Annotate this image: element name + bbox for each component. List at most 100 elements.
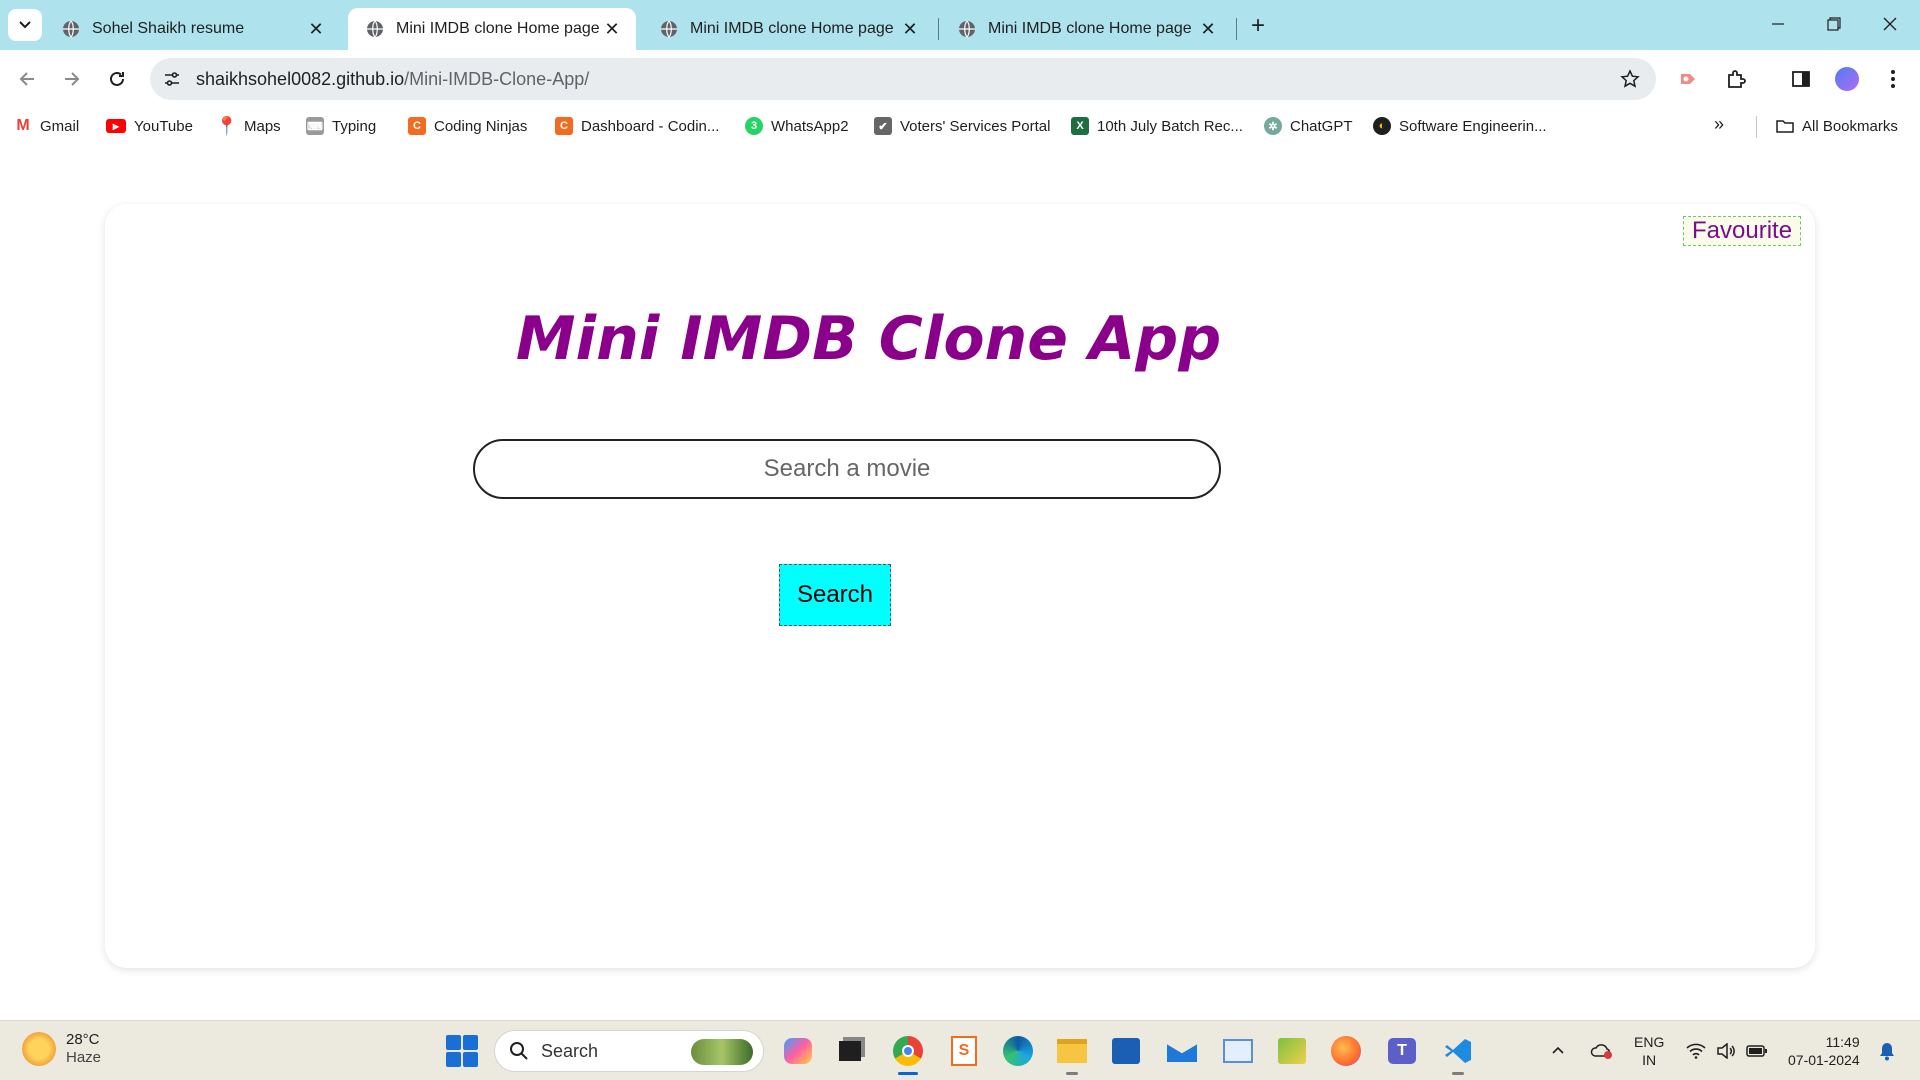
- chatgpt-icon: ✲: [1264, 117, 1282, 135]
- url-host: shaikhsohel0082.github.io: [196, 69, 405, 89]
- bookmark-software-engineering[interactable]: ◐ Software Engineerin...: [1373, 114, 1547, 138]
- weather-widget[interactable]: 28°C Haze: [22, 1031, 101, 1067]
- globe-icon: [63, 20, 79, 38]
- tab-title: Mini IMDB clone Home page: [690, 20, 894, 37]
- voters-portal-icon: ✔: [874, 117, 892, 135]
- photo-app-icon[interactable]: [1272, 1031, 1312, 1071]
- volume-icon[interactable]: [1716, 1021, 1736, 1080]
- tab-close-icon[interactable]: ✕: [306, 19, 326, 39]
- bookmark-label: Maps: [244, 117, 281, 135]
- performance-monitor-icon[interactable]: [1218, 1031, 1258, 1071]
- bookmark-label: Coding Ninjas: [434, 117, 528, 135]
- windows-start-icon[interactable]: [446, 1035, 478, 1067]
- bookmark-separator: [1756, 116, 1757, 138]
- back-arrow-icon[interactable]: [10, 62, 44, 96]
- globe-icon: [367, 20, 383, 38]
- extensions-puzzle-icon[interactable]: [1719, 62, 1753, 96]
- coding-ninjas-icon: C: [408, 117, 426, 135]
- tab-close-icon[interactable]: ✕: [1198, 19, 1218, 39]
- bookmark-label: YouTube: [134, 117, 193, 135]
- mail-icon[interactable]: [1162, 1031, 1202, 1071]
- bookmark-star-icon[interactable]: [1618, 67, 1642, 91]
- onedrive-error-icon[interactable]: [1590, 1021, 1614, 1080]
- vscode-icon[interactable]: [1438, 1031, 1478, 1075]
- notification-bell-icon[interactable]: [1878, 1021, 1896, 1080]
- tab-title: Sohel Shaikh resume: [92, 20, 245, 37]
- search-button[interactable]: Search: [779, 564, 891, 626]
- microsoft-store-icon[interactable]: [1106, 1031, 1146, 1071]
- more-bookmarks-chevron-icon[interactable]: »: [1714, 114, 1724, 135]
- close-window-icon[interactable]: [1862, 0, 1918, 48]
- tab-separator: [938, 18, 939, 40]
- movie-search-input[interactable]: [473, 439, 1221, 499]
- profile-avatar[interactable]: [1830, 62, 1864, 96]
- bookmark-whatsapp2[interactable]: 3 WhatsApp2: [745, 114, 849, 138]
- bookmark-youtube[interactable]: ▶ YouTube: [106, 114, 193, 138]
- bookmark-10th-july-batch[interactable]: X 10th July Batch Rec...: [1071, 114, 1243, 138]
- file-explorer-icon[interactable]: [1052, 1031, 1092, 1075]
- bookmark-label: Dashboard - Codin...: [581, 117, 720, 135]
- software-eng-icon: ◐: [1373, 117, 1391, 135]
- tab-separator: [1236, 18, 1237, 40]
- menu-kebab-icon[interactable]: [1876, 62, 1910, 96]
- bookmark-voters-services[interactable]: ✔ Voters' Services Portal: [874, 114, 1050, 138]
- all-bookmarks-button[interactable]: All Bookmarks: [1776, 114, 1898, 138]
- wifi-icon[interactable]: [1686, 1021, 1706, 1080]
- region-code: IN: [1642, 1052, 1657, 1068]
- coding-ninjas-app-icon[interactable]: S: [944, 1031, 984, 1071]
- firefox-icon[interactable]: [1326, 1031, 1366, 1071]
- restore-icon[interactable]: [1806, 0, 1862, 48]
- bookmark-gmail[interactable]: M Gmail: [14, 114, 79, 138]
- url-text[interactable]: shaikhsohel0082.github.io/Mini-IMDB-Clon…: [196, 69, 589, 90]
- windows-taskbar: 28°C Haze Search S T ENG IN 11:49 07-01-…: [0, 1020, 1920, 1080]
- minimize-icon[interactable]: [1750, 0, 1806, 48]
- task-view-icon[interactable]: [830, 1031, 870, 1071]
- bookmark-label: Gmail: [40, 117, 80, 135]
- taskbar-search-box[interactable]: Search: [494, 1030, 764, 1072]
- clock-date: 07-01-2024: [1788, 1052, 1860, 1068]
- cast-extension-icon[interactable]: [1672, 62, 1706, 96]
- new-tab-plus-icon[interactable]: +: [1244, 12, 1272, 40]
- bookmark-typing[interactable]: ⌨ Typing: [306, 114, 376, 138]
- tab-mini-imdb-home-active[interactable]: Mini IMDB clone Home page ✕: [348, 8, 636, 50]
- show-hidden-icons-chevron[interactable]: [1550, 1021, 1566, 1080]
- site-settings-icon[interactable]: [160, 67, 184, 91]
- forward-arrow-icon[interactable]: [55, 62, 89, 96]
- gmail-icon: M: [16, 117, 30, 134]
- bookmark-maps[interactable]: 📍 Maps: [215, 114, 281, 138]
- url-path: /Mini-IMDB-Clone-App/: [404, 69, 590, 89]
- teams-icon[interactable]: T: [1382, 1031, 1422, 1071]
- weather-haze-icon: [22, 1032, 56, 1066]
- tab-sohel-shaikh-resume[interactable]: Sohel Shaikh resume ✕: [44, 8, 340, 50]
- address-bar[interactable]: shaikhsohel0082.github.io/Mini-IMDB-Clon…: [150, 58, 1656, 100]
- search-highlight-image: [691, 1039, 753, 1065]
- clock-time: 11:49: [1825, 1034, 1860, 1050]
- favourite-button[interactable]: Favourite: [1683, 216, 1802, 246]
- system-clock[interactable]: 11:49 07-01-2024: [1788, 1033, 1860, 1069]
- bookmark-coding-ninjas[interactable]: C Coding Ninjas: [408, 114, 527, 138]
- bookmark-label: 10th July Batch Rec...: [1097, 117, 1243, 135]
- tab-close-icon[interactable]: ✕: [900, 19, 920, 39]
- tab-mini-imdb-home-2[interactable]: Mini IMDB clone Home page ✕: [642, 8, 934, 50]
- bookmark-label: All Bookmarks: [1802, 117, 1898, 135]
- side-panel-icon[interactable]: [1784, 62, 1818, 96]
- reload-icon[interactable]: [100, 62, 134, 96]
- taskbar-search-label: Search: [541, 1040, 599, 1061]
- bookmark-label: Voters' Services Portal: [900, 117, 1051, 135]
- bookmark-dashboard-coding[interactable]: C Dashboard - Codin...: [555, 114, 719, 138]
- chrome-icon[interactable]: [888, 1031, 928, 1075]
- language-code: ENG: [1634, 1034, 1665, 1050]
- tab-search-button[interactable]: [8, 9, 42, 41]
- maps-icon: 📍: [215, 115, 239, 136]
- folder-icon: [1776, 120, 1794, 133]
- bookmark-chatgpt[interactable]: ✲ ChatGPT: [1264, 114, 1353, 138]
- tab-mini-imdb-home-3[interactable]: Mini IMDB clone Home page ✕: [940, 8, 1232, 50]
- tab-close-icon[interactable]: ✕: [602, 19, 622, 39]
- copilot-icon[interactable]: [778, 1031, 818, 1071]
- bookmark-label: Typing: [332, 117, 377, 135]
- language-indicator[interactable]: ENG IN: [1634, 1033, 1664, 1069]
- app-title: Mini IMDB Clone App: [515, 304, 1222, 374]
- bookmark-label: Software Engineerin...: [1399, 117, 1547, 135]
- edge-icon[interactable]: [998, 1031, 1038, 1071]
- battery-icon[interactable]: [1746, 1021, 1768, 1080]
